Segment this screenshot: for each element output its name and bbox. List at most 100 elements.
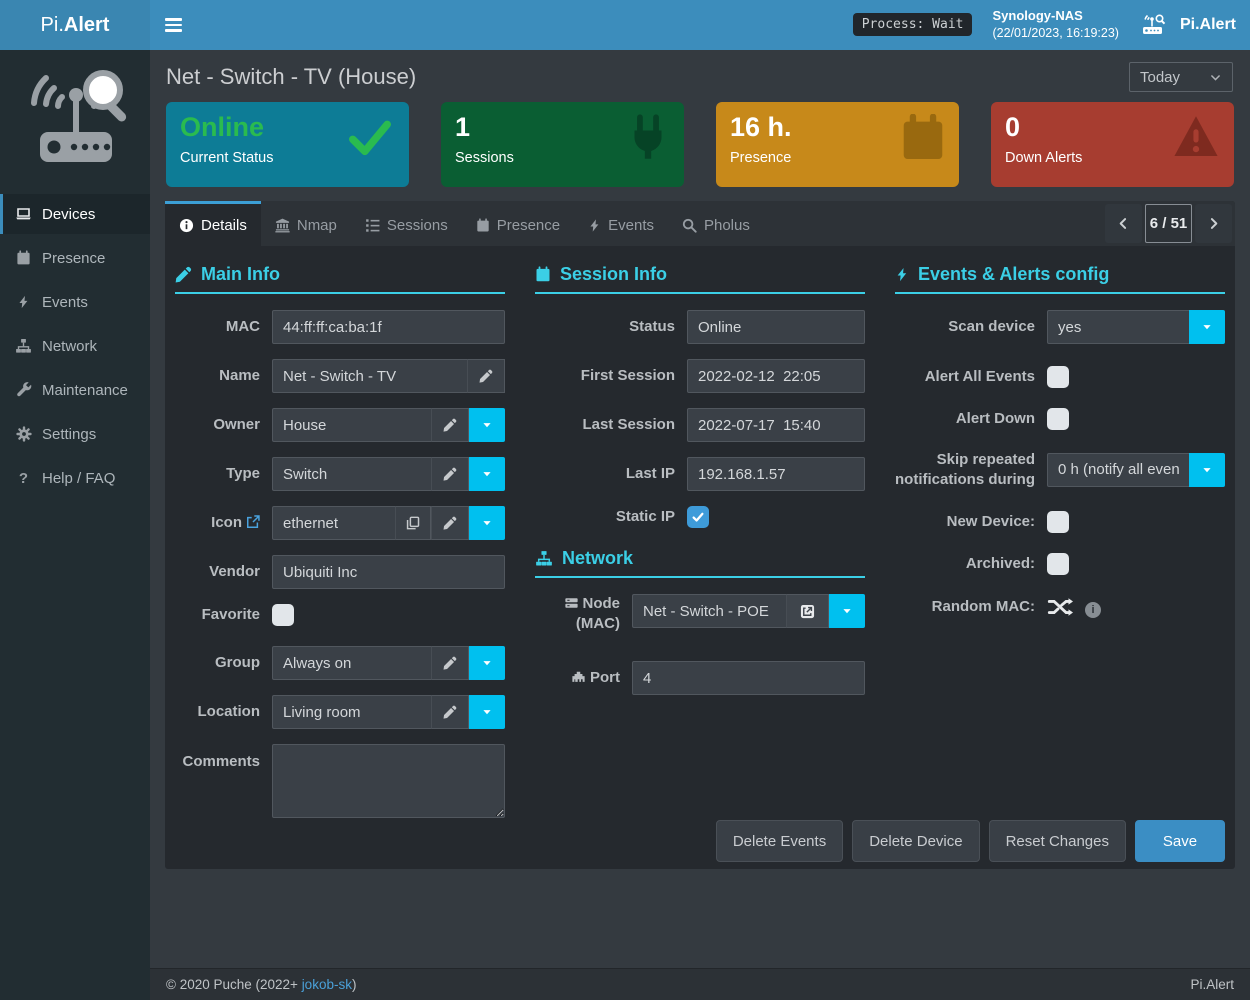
name-input[interactable]: [272, 359, 467, 393]
sidebar-item-network[interactable]: Network: [0, 326, 150, 366]
tab-presence[interactable]: Presence: [462, 201, 574, 246]
save-button[interactable]: Save: [1135, 820, 1225, 862]
sidebar-item-help-faq[interactable]: ? Help / FAQ: [0, 458, 150, 498]
last-ip-input[interactable]: [687, 457, 865, 491]
header-app-name: Pi.Alert: [1180, 16, 1236, 34]
sidebar-item-label: Events: [42, 294, 88, 311]
caret-down-icon: [481, 657, 493, 669]
copy-icon-button[interactable]: [395, 506, 431, 540]
warning-icon: [1171, 114, 1221, 160]
favorite-checkbox[interactable]: [272, 604, 294, 626]
archived-checkbox[interactable]: [1047, 553, 1069, 575]
device-detail-panel: Details Nmap Sessions Presence: [165, 201, 1235, 869]
field-label: Skip repeated notifications during: [895, 450, 1035, 489]
owner-dropdown-button[interactable]: [469, 408, 505, 442]
navbar: Process: Wait Synology-NAS (22/01/2023, …: [150, 0, 1250, 50]
field-label: Status: [535, 317, 675, 337]
plug-icon: [625, 114, 671, 162]
group-dropdown-button[interactable]: [469, 646, 505, 680]
location-dropdown-button[interactable]: [469, 695, 505, 729]
icon-dropdown-button[interactable]: [469, 506, 505, 540]
sidebar-item-label: Help / FAQ: [42, 470, 115, 487]
session-info-heading: Session Info: [535, 264, 865, 294]
field-label: Alert Down: [895, 409, 1035, 429]
owner-input[interactable]: [272, 408, 431, 442]
edit-type-button[interactable]: [431, 457, 469, 491]
footer-brand: Pi.Alert: [1190, 977, 1234, 992]
sidebar-item-devices[interactable]: Devices: [0, 194, 150, 234]
tab-sessions[interactable]: Sessions: [351, 201, 462, 246]
delete-events-button[interactable]: Delete Events: [716, 820, 843, 862]
icon-input[interactable]: [272, 506, 395, 540]
alert-all-events-checkbox[interactable]: [1047, 366, 1069, 388]
content-area: Net - Switch - TV (House) Today Online C…: [150, 50, 1250, 869]
comments-textarea[interactable]: [272, 744, 505, 818]
edit-icon-button[interactable]: [431, 506, 469, 540]
field-label: Vendor: [175, 562, 260, 582]
search-icon: [682, 218, 697, 233]
open-node-button[interactable]: [786, 594, 829, 628]
events-alerts-heading: Events & Alerts config: [895, 264, 1225, 294]
sidebar-toggle-button[interactable]: [150, 0, 196, 50]
pencil-icon: [479, 369, 493, 383]
reset-changes-button[interactable]: Reset Changes: [989, 820, 1126, 862]
calendar-icon: [15, 250, 32, 266]
calendar-icon: [476, 218, 490, 233]
vendor-input[interactable]: [272, 555, 505, 589]
new-device-checkbox[interactable]: [1047, 511, 1069, 533]
status-card-sessions: 1 Sessions: [441, 102, 684, 187]
last-session-input[interactable]: [687, 408, 865, 442]
field-label: Comments: [175, 744, 260, 772]
info-tooltip-icon[interactable]: i: [1085, 602, 1101, 618]
panel-actions: Delete Events Delete Device Reset Change…: [716, 820, 1225, 862]
edit-location-button[interactable]: [431, 695, 469, 729]
scan-device-dropdown-button[interactable]: [1189, 310, 1225, 344]
mac-input[interactable]: [272, 310, 505, 344]
tab-label: Sessions: [387, 217, 448, 234]
sidebar-item-events[interactable]: Events: [0, 282, 150, 322]
pencil-icon: [443, 656, 457, 670]
host-name: Synology-NAS: [992, 8, 1119, 25]
tabs: Details Nmap Sessions Presence: [165, 201, 1235, 246]
external-link-icon[interactable]: [246, 515, 260, 529]
field-label: Static IP: [535, 507, 675, 527]
sidebar-item-maintenance[interactable]: Maintenance: [0, 370, 150, 410]
group-input[interactable]: [272, 646, 431, 680]
type-input[interactable]: [272, 457, 431, 491]
static-ip-checkbox[interactable]: [687, 506, 709, 528]
next-device-button[interactable]: [1195, 204, 1232, 243]
status-input[interactable]: [687, 310, 865, 344]
location-input[interactable]: [272, 695, 431, 729]
port-input[interactable]: [632, 661, 865, 695]
scan-device-input[interactable]: [1047, 310, 1189, 344]
status-card-presence: 16 h. Presence: [716, 102, 959, 187]
first-session-input[interactable]: [687, 359, 865, 393]
sidebar-item-label: Maintenance: [42, 382, 128, 399]
top-header: Pi.Alert Process: Wait Synology-NAS (22/…: [0, 0, 1250, 50]
bolt-icon: [15, 294, 32, 310]
field-label: MAC: [175, 317, 260, 337]
delete-device-button[interactable]: Delete Device: [852, 820, 979, 862]
alert-down-checkbox[interactable]: [1047, 408, 1069, 430]
edit-owner-button[interactable]: [431, 408, 469, 442]
sidebar-item-presence[interactable]: Presence: [0, 238, 150, 278]
tab-nmap[interactable]: Nmap: [261, 201, 351, 246]
calendar-icon: [900, 114, 946, 162]
prev-device-button[interactable]: [1105, 204, 1142, 243]
skip-notifications-input[interactable]: [1047, 453, 1189, 487]
tab-pholus[interactable]: Pholus: [668, 201, 764, 246]
jokob-sk-link[interactable]: jokob-sk: [302, 977, 352, 992]
edit-name-button[interactable]: [467, 359, 505, 393]
sidebar-item-settings[interactable]: Settings: [0, 414, 150, 454]
type-dropdown-button[interactable]: [469, 457, 505, 491]
period-dropdown[interactable]: Today: [1129, 62, 1233, 92]
field-label: Alert All Events: [895, 367, 1035, 387]
tab-details[interactable]: Details: [165, 201, 261, 246]
skip-notifications-dropdown-button[interactable]: [1189, 453, 1225, 487]
edit-group-button[interactable]: [431, 646, 469, 680]
tab-events[interactable]: Events: [574, 201, 668, 246]
process-status-badge: Process: Wait: [853, 13, 973, 36]
node-dropdown-button[interactable]: [829, 594, 865, 628]
node-mac-input[interactable]: [632, 594, 786, 628]
chevron-right-icon: [1207, 216, 1220, 231]
